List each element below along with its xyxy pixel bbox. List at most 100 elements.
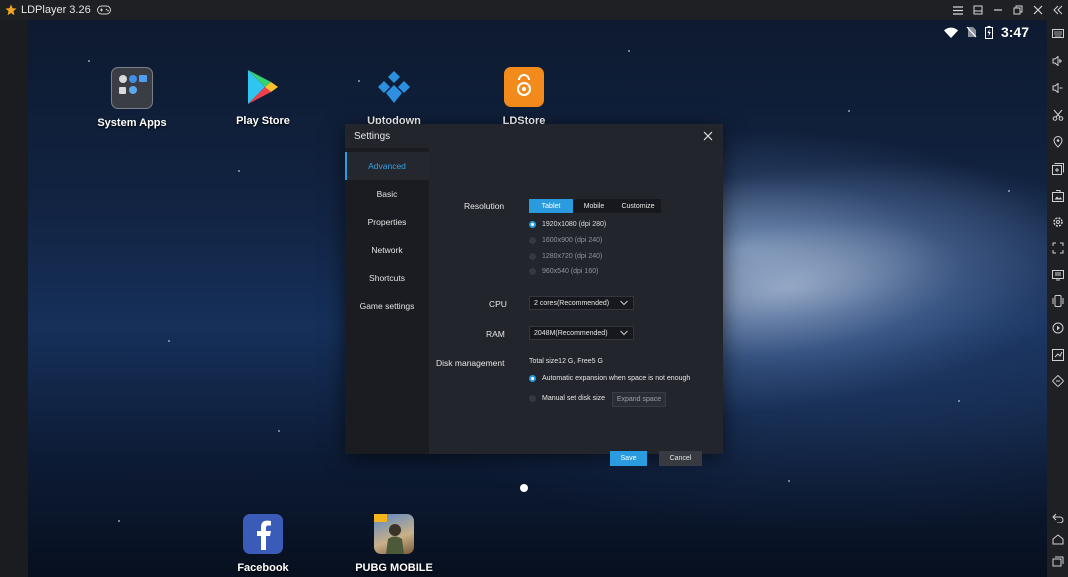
- star: [88, 60, 90, 62]
- settings-content: Resolution Tablet Mobile Customize 1920x…: [429, 148, 723, 466]
- volume-down-icon[interactable]: [1049, 79, 1066, 96]
- recent-apps-icon[interactable]: [1049, 553, 1066, 570]
- star: [1008, 190, 1010, 192]
- app-title: LDPlayer 3.26: [21, 4, 91, 16]
- ldplayer-logo-icon: [5, 4, 17, 16]
- collapse-sidebar-icon[interactable]: [1048, 0, 1068, 20]
- disk-option-auto[interactable]: Automatic expansion when space is not en…: [529, 375, 690, 382]
- wifi-icon: [943, 27, 958, 38]
- app-play-store[interactable]: Play Store: [208, 67, 318, 127]
- app-label: Play Store: [236, 115, 290, 127]
- star: [278, 430, 280, 432]
- option-label: 960x540 (dpi 160): [542, 268, 599, 275]
- fullscreen-icon[interactable]: [1049, 239, 1066, 256]
- volume-up-icon[interactable]: [1049, 52, 1066, 69]
- radio: [529, 268, 536, 275]
- android-status-bar: 3:47: [943, 24, 1029, 40]
- save-button[interactable]: Save: [610, 451, 647, 466]
- close-icon[interactable]: [1028, 0, 1048, 20]
- app-label: Facebook: [237, 562, 289, 574]
- right-toolbar: [1047, 20, 1068, 577]
- title-bar: LDPlayer 3.26: [0, 0, 1068, 20]
- system-apps-icon: [111, 67, 153, 109]
- ram-label: RAM: [486, 329, 505, 339]
- settings-dialog: Settings Advanced Basic Properties Netwo…: [345, 124, 723, 466]
- disk-option-manual[interactable]: Manual set disk size: [529, 395, 605, 402]
- nav-network[interactable]: Network: [345, 236, 429, 264]
- radio: [529, 395, 536, 402]
- nav-basic[interactable]: Basic: [345, 180, 429, 208]
- ram-select[interactable]: 2048M(Recommended): [529, 326, 634, 340]
- star: [238, 170, 240, 172]
- app-pubg-mobile[interactable]: PUBG MOBILE: [339, 514, 449, 574]
- pubg-mobile-icon: [374, 514, 414, 554]
- option-label: Manual set disk size: [542, 395, 606, 402]
- star: [958, 400, 960, 402]
- shake-icon[interactable]: [1049, 292, 1066, 309]
- settings-gear-icon[interactable]: [1049, 213, 1066, 230]
- restore-icon[interactable]: [1008, 0, 1028, 20]
- radio: [529, 253, 536, 260]
- cpu-select[interactable]: 2 cores(Recommended): [529, 296, 634, 310]
- nav-game-settings[interactable]: Game settings: [345, 292, 429, 320]
- option-label: 1920x1080 (dpi 280): [542, 221, 607, 228]
- disk-management-label: Disk management: [436, 358, 505, 368]
- back-icon[interactable]: [1049, 509, 1066, 526]
- close-icon[interactable]: [701, 129, 715, 143]
- rotate-icon[interactable]: [1049, 372, 1066, 389]
- cpu-label: CPU: [489, 299, 507, 309]
- cpu-value: 2 cores(Recommended): [534, 299, 610, 307]
- home-icon[interactable]: [1049, 531, 1066, 548]
- star: [168, 340, 170, 342]
- uptodown-icon: [374, 67, 414, 107]
- app-uptodown[interactable]: Uptodown: [339, 67, 449, 127]
- radio: [529, 237, 536, 244]
- menu-icon[interactable]: [948, 0, 968, 20]
- resolution-tab-tablet[interactable]: Tablet: [529, 199, 573, 213]
- nav-shortcuts[interactable]: Shortcuts: [345, 264, 429, 292]
- cancel-button[interactable]: Cancel: [659, 451, 702, 466]
- radio-selected: [529, 375, 536, 382]
- display-icon[interactable]: [1049, 266, 1066, 283]
- resolution-tab-customize[interactable]: Customize: [615, 199, 661, 213]
- resolution-option[interactable]: 1280x720 (dpi 240): [529, 253, 602, 260]
- disk-summary: Total size12 G, Free5 G: [529, 358, 603, 365]
- app-system-apps[interactable]: System Apps: [77, 67, 187, 129]
- option-label: 1600x900 (dpi 240): [542, 237, 603, 244]
- star: [628, 50, 630, 52]
- app-ldstore[interactable]: LDStore: [469, 67, 579, 127]
- radio-selected: [529, 221, 536, 228]
- minimize-to-tray-icon[interactable]: [968, 0, 988, 20]
- screenshot-icon[interactable]: [1049, 187, 1066, 204]
- sync-icon[interactable]: [1049, 346, 1066, 363]
- gamepad-icon[interactable]: [96, 5, 111, 15]
- window-controls: [948, 0, 1068, 20]
- page-indicator: [520, 484, 528, 492]
- ldstore-icon: [504, 67, 544, 107]
- play-store-icon: [243, 67, 283, 107]
- battery-charging-icon: [984, 25, 993, 39]
- resolution-option[interactable]: 1600x900 (dpi 240): [529, 237, 602, 244]
- settings-title: Settings: [354, 130, 391, 142]
- ram-value: 2048M(Recommended): [534, 329, 608, 337]
- app-facebook[interactable]: Facebook: [208, 514, 318, 574]
- minimize-icon[interactable]: [988, 0, 1008, 20]
- chevron-down-icon: [620, 300, 628, 306]
- nav-properties[interactable]: Properties: [345, 208, 429, 236]
- resolution-option[interactable]: 1920x1080 (dpi 280): [529, 221, 606, 228]
- settings-header: Settings: [345, 124, 723, 148]
- add-apk-icon[interactable]: [1049, 160, 1066, 177]
- nav-advanced[interactable]: Advanced: [345, 152, 429, 180]
- star: [788, 480, 790, 482]
- location-icon[interactable]: [1049, 133, 1066, 150]
- record-icon[interactable]: [1049, 319, 1066, 336]
- settings-sidebar: Advanced Basic Properties Network Shortc…: [345, 148, 429, 454]
- facebook-icon: [243, 514, 283, 554]
- resolution-tab-mobile[interactable]: Mobile: [573, 199, 615, 213]
- keyboard-icon[interactable]: [1049, 25, 1066, 42]
- chevron-down-icon: [620, 330, 628, 336]
- resolution-option[interactable]: 960x540 (dpi 160): [529, 268, 598, 275]
- scissors-icon[interactable]: [1049, 106, 1066, 123]
- expand-space-button[interactable]: Expand space: [612, 392, 666, 407]
- no-sim-icon: [966, 26, 977, 38]
